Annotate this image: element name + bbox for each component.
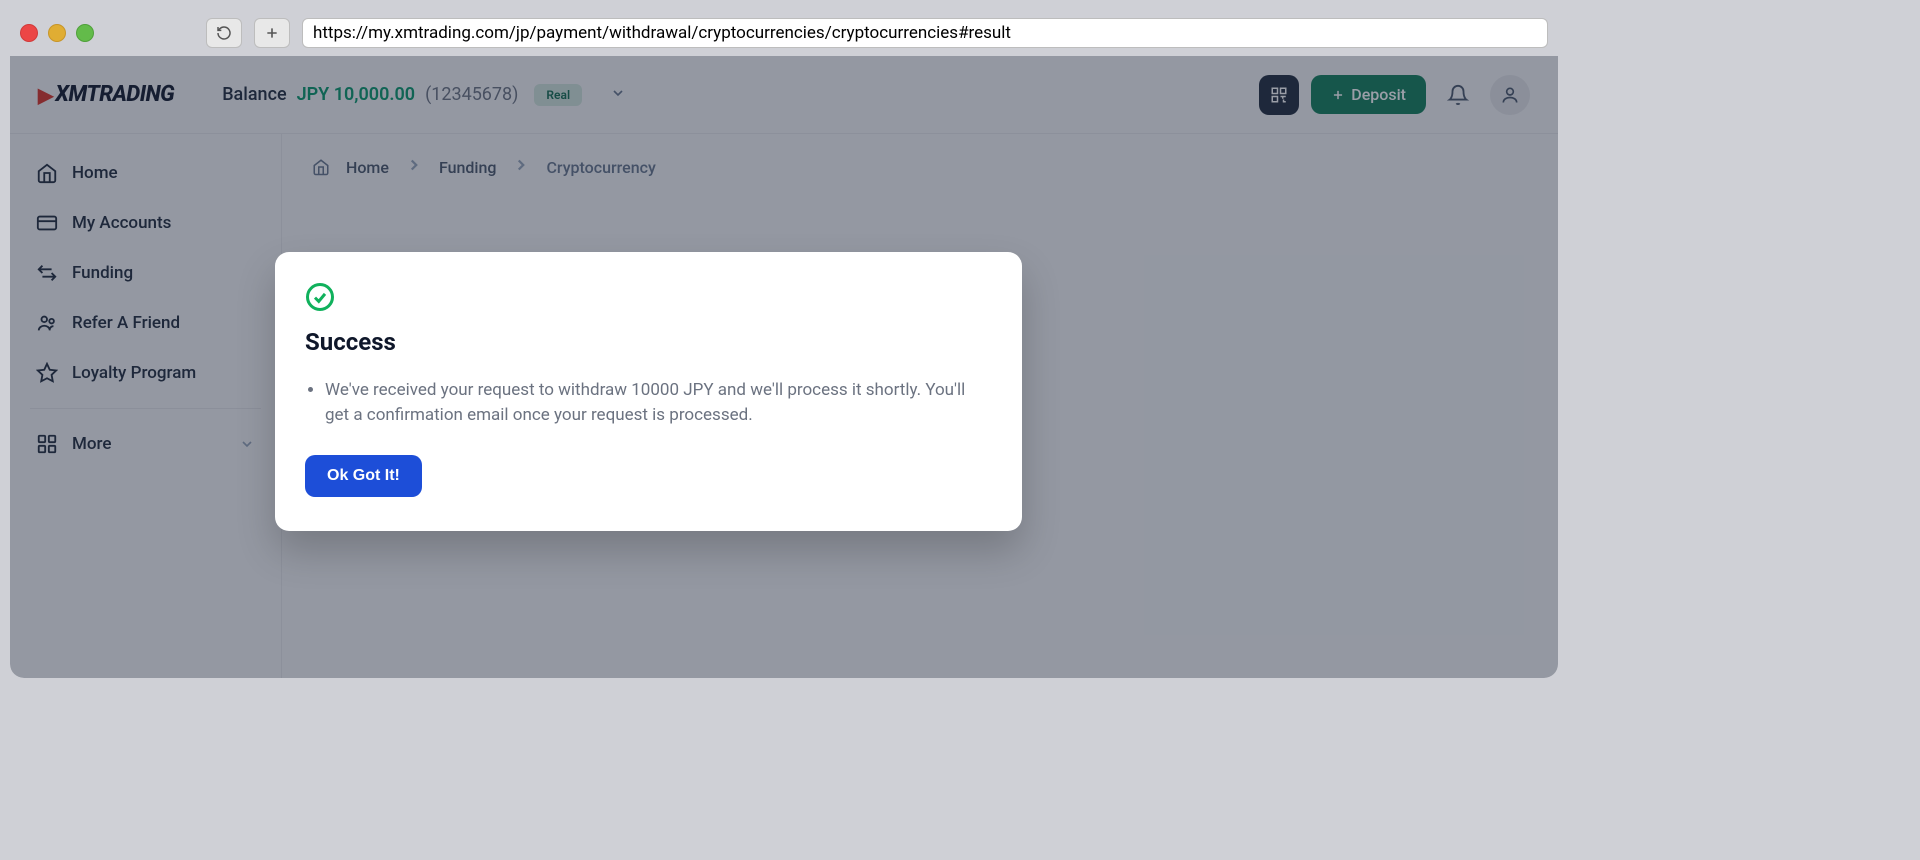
- url-bar[interactable]: https://my.xmtrading.com/jp/payment/with…: [302, 18, 1548, 48]
- modal-title: Success: [305, 328, 992, 356]
- success-icon: [305, 282, 335, 312]
- traffic-lights: [20, 24, 94, 42]
- success-modal: Success We've received your request to w…: [275, 252, 1022, 531]
- modal-message: We've received your request to withdraw …: [325, 378, 992, 427]
- reload-button[interactable]: [206, 18, 242, 48]
- ok-got-it-button[interactable]: Ok Got It!: [305, 455, 422, 497]
- window-close-button[interactable]: [20, 24, 38, 42]
- window-minimize-button[interactable]: [48, 24, 66, 42]
- new-tab-button[interactable]: [254, 18, 290, 48]
- window-maximize-button[interactable]: [76, 24, 94, 42]
- url-text: https://my.xmtrading.com/jp/payment/with…: [313, 23, 1011, 43]
- modal-body: We've received your request to withdraw …: [305, 378, 992, 427]
- browser-chrome: https://my.xmtrading.com/jp/payment/with…: [0, 0, 1568, 56]
